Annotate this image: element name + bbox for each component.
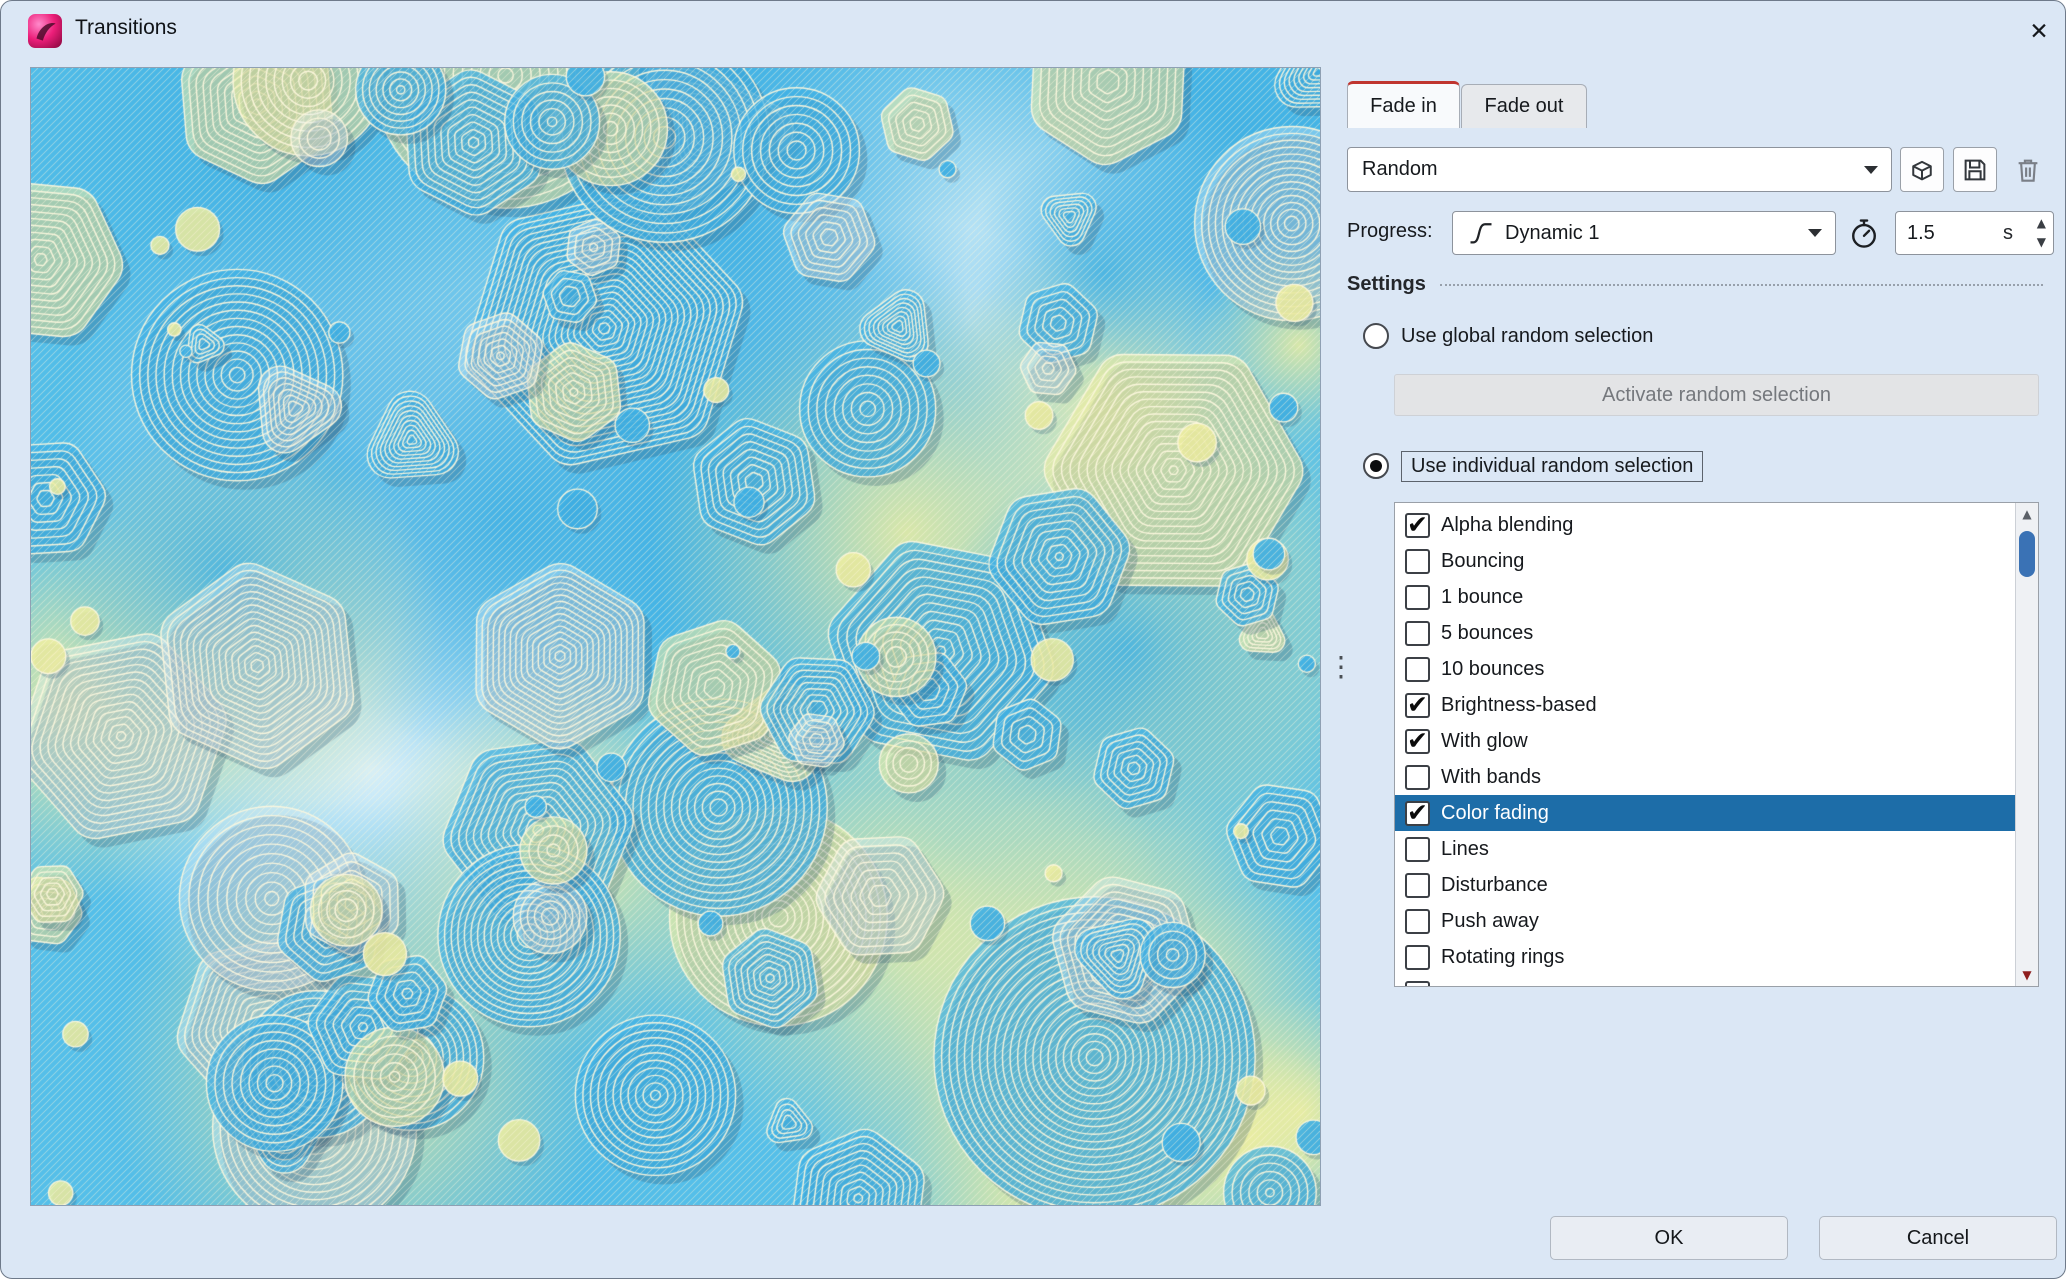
chevron-down-icon (1808, 229, 1822, 237)
scroll-up-icon[interactable]: ▲ (2016, 503, 2038, 525)
list-item-label: Brightness-based (1441, 694, 1597, 717)
global-random-label: Use global random selection (1401, 325, 1653, 348)
checkbox[interactable] (1405, 873, 1430, 898)
individual-random-label: Use individual random selection (1401, 451, 1703, 482)
settings-rule (1440, 284, 2043, 286)
stopwatch-icon (1847, 216, 1881, 250)
checkbox[interactable] (1405, 549, 1430, 574)
list-item-label: Rotating rings (1441, 946, 1564, 969)
checkbox[interactable] (1405, 729, 1430, 754)
spin-up-icon[interactable]: ▲ (2037, 214, 2046, 233)
list-item[interactable]: 1 bounce (1395, 579, 2015, 615)
list-item-label: Push away (1441, 910, 1539, 933)
preset-combobox[interactable]: Random (1347, 147, 1892, 192)
spinner-arrows[interactable]: ▲▼ (2037, 214, 2046, 252)
transitions-dialog: Transitions ✕ ⋮ Fade in Fade out Random … (0, 0, 2066, 1279)
checkbox[interactable] (1405, 765, 1430, 790)
checkbox[interactable] (1405, 513, 1430, 538)
checkbox[interactable] (1405, 837, 1430, 862)
tab-fade-out[interactable]: Fade out (1461, 84, 1587, 128)
activate-random-button[interactable]: Activate random selection (1394, 374, 2039, 416)
list-item-label: Alpha blending (1441, 514, 1573, 537)
window-title: Transitions (75, 16, 177, 40)
save-icon (1960, 155, 1990, 185)
list-item[interactable]: Disturbance (1395, 867, 2015, 903)
scroll-down-icon[interactable]: ▼ (2016, 964, 2038, 986)
titlebar: Transitions ✕ (1, 1, 2065, 61)
transition-list: Alpha blending Bouncing 1 bounce 5 bounc… (1394, 502, 2039, 987)
save-button[interactable] (1953, 147, 1997, 192)
settings-header-row: Settings (1347, 269, 2043, 299)
list-item[interactable]: With glow (1395, 723, 2015, 759)
splitter-handle[interactable]: ⋮ (1327, 649, 1345, 689)
list-item[interactable]: Brightness-based (1395, 687, 2015, 723)
ok-button[interactable]: OK (1550, 1216, 1788, 1260)
chevron-down-icon (1864, 166, 1878, 174)
list-item-label: With glow (1441, 730, 1528, 753)
transition-list-rows: Alpha blending Bouncing 1 bounce 5 bounc… (1395, 503, 2015, 986)
close-icon[interactable]: ✕ (2021, 13, 2057, 49)
trash-icon (2013, 155, 2043, 185)
checkbox[interactable] (1405, 585, 1430, 610)
checkbox[interactable] (1405, 801, 1430, 826)
list-item-label: Lines (1441, 838, 1489, 861)
cancel-button[interactable]: Cancel (1819, 1216, 2057, 1260)
3d-box-icon (1907, 155, 1937, 185)
global-random-radio[interactable]: Use global random selection (1363, 321, 1653, 351)
list-item-label: 10 bounces (1441, 658, 1544, 681)
app-logo-icon (28, 14, 62, 48)
3d-box-button[interactable] (1900, 147, 1944, 192)
preset-value: Random (1362, 158, 1438, 181)
list-item[interactable]: Bouncing (1395, 543, 2015, 579)
list-item[interactable]: Lines (1395, 831, 2015, 867)
radio-icon[interactable] (1363, 453, 1389, 479)
list-item[interactable]: Color fading (1395, 795, 2015, 831)
checkbox[interactable] (1405, 945, 1430, 970)
list-item-label: Disturbance (1441, 874, 1548, 897)
list-item[interactable]: 10 bounces (1395, 651, 2015, 687)
checkbox[interactable] (1405, 693, 1430, 718)
individual-random-radio[interactable]: Use individual random selection (1363, 451, 1703, 481)
settings-header: Settings (1347, 273, 1426, 296)
list-item[interactable]: With bands (1395, 759, 2015, 795)
progress-curve-value: Dynamic 1 (1505, 222, 1599, 245)
checkbox[interactable] (1405, 981, 1430, 987)
transition-preview (30, 67, 1321, 1206)
checkbox[interactable] (1405, 657, 1430, 682)
list-item-label: 5 bounces (1441, 622, 1533, 645)
duration-spinbox[interactable]: 1.5 s ▲▼ (1895, 211, 2054, 255)
list-item[interactable]: Push away (1395, 903, 2015, 939)
radio-icon[interactable] (1363, 323, 1389, 349)
list-item-label: 1 bounce (1441, 586, 1523, 609)
progress-curve-icon (1467, 219, 1495, 247)
list-item-label: Bouncing (1441, 550, 1524, 573)
list-item[interactable]: Alpha blending (1395, 507, 2015, 543)
list-item[interactable]: 5 bounces (1395, 615, 2015, 651)
list-item[interactable] (1395, 975, 2015, 986)
duration-unit: s (2003, 222, 2013, 245)
scrollbar[interactable]: ▲ ▼ (2015, 503, 2038, 986)
scrollbar-thumb[interactable] (2019, 531, 2035, 577)
list-item-label: With bands (1441, 766, 1541, 789)
checkbox[interactable] (1405, 621, 1430, 646)
progress-curve-combobox[interactable]: Dynamic 1 (1452, 211, 1836, 255)
duration-value: 1.5 (1896, 222, 1935, 245)
spin-down-icon[interactable]: ▼ (2037, 233, 2046, 252)
progress-label: Progress: (1347, 220, 1433, 243)
list-item[interactable]: Rotating rings (1395, 939, 2015, 975)
checkbox[interactable] (1405, 909, 1430, 934)
tab-fade-in[interactable]: Fade in (1347, 81, 1460, 128)
list-item-label: Color fading (1441, 802, 1549, 825)
delete-button[interactable] (2006, 147, 2050, 192)
